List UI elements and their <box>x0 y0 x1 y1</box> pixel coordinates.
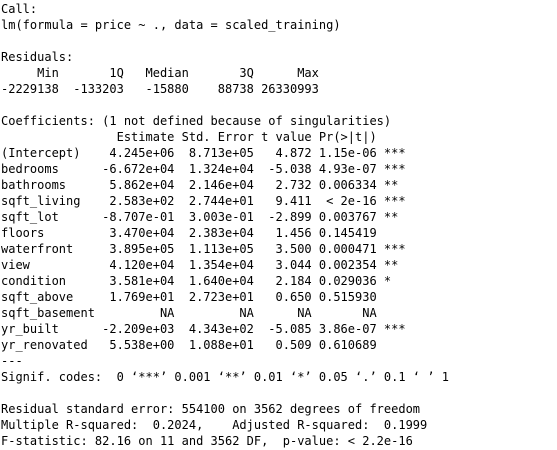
coef-row-bedrooms: bedrooms -6.672e+04 1.324e+04 -5.038 4.9… <box>1 162 406 176</box>
residuals-header: Residuals: <box>1 50 74 64</box>
coef-row-condition: condition 3.581e+04 1.640e+04 2.184 0.02… <box>1 274 406 288</box>
coefficients-column-headers: Estimate Std. Error t value Pr(>|t|) <box>1 130 406 144</box>
coef-row-floors: floors 3.470e+04 2.383e+04 1.456 0.14541… <box>1 226 406 240</box>
coef-row-sqft-living: sqft_living 2.583e+02 2.744e+01 9.411 < … <box>1 194 406 208</box>
f-statistic-line: F-statistic: 82.16 on 11 and 3562 DF, p-… <box>1 434 413 448</box>
coef-row-view: view 4.120e+04 1.354e+04 3.044 0.002354 … <box>1 258 406 272</box>
coef-row-intercept: (Intercept) 4.245e+06 8.713e+05 4.872 1.… <box>1 146 406 160</box>
separator: --- <box>1 354 23 368</box>
coef-row-sqft-lot: sqft_lot -8.707e-01 3.003e-01 -2.899 0.0… <box>1 210 406 224</box>
call-header: Call: <box>1 2 38 16</box>
coef-row-waterfront: waterfront 3.895e+05 1.113e+05 3.500 0.0… <box>1 242 406 256</box>
coefficients-header: Coefficients: (1 not defined because of … <box>1 114 392 128</box>
signif-codes: Signif. codes: 0 ‘***’ 0.001 ‘**’ 0.01 ‘… <box>1 370 449 384</box>
coef-row-yr-renovated: yr_renovated 5.538e+00 1.088e+01 0.509 0… <box>1 338 406 352</box>
coef-row-sqft-basement: sqft_basement NA NA NA NA <box>1 306 406 320</box>
residual-standard-error: Residual standard error: 554100 on 3562 … <box>1 402 421 416</box>
coef-row-sqft-above: sqft_above 1.769e+01 2.723e+01 0.650 0.5… <box>1 290 406 304</box>
residuals-values: -2229138 -133203 -15880 88738 26330993 <box>1 82 327 96</box>
residuals-labels: Min 1Q Median 3Q Max <box>1 66 327 80</box>
r-console-output: Call: lm(formula = price ~ ., data = sca… <box>0 0 557 450</box>
call-formula: lm(formula = price ~ ., data = scaled_tr… <box>1 18 341 32</box>
coef-row-yr-built: yr_built -2.209e+03 4.343e+02 -5.085 3.8… <box>1 322 406 336</box>
r-squared-line: Multiple R-squared: 0.2024, Adjusted R-s… <box>1 418 435 432</box>
coef-row-bathrooms: bathrooms 5.862e+04 2.146e+04 2.732 0.00… <box>1 178 406 192</box>
